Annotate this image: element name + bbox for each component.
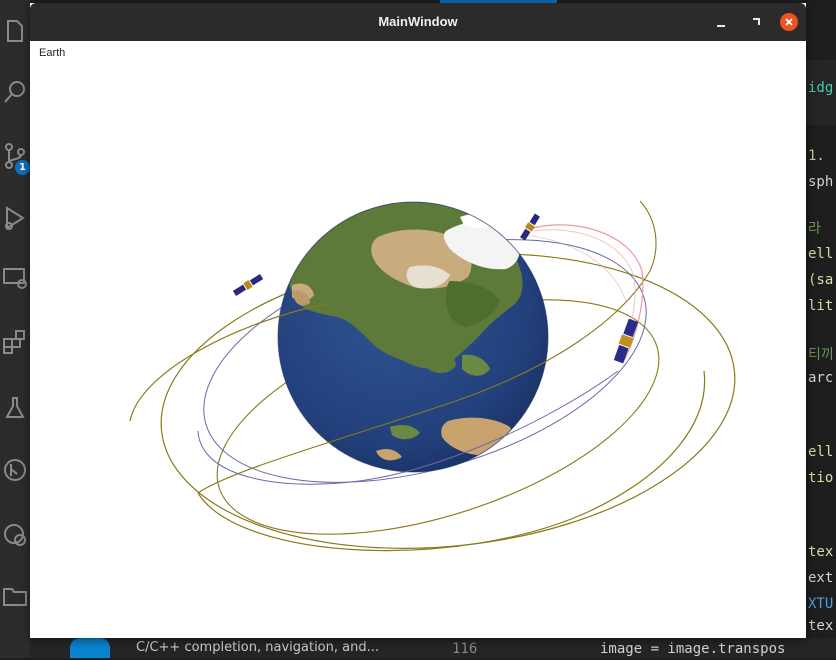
code-fragment: 1. — [808, 148, 825, 164]
code-line: image = image.transpos — [600, 641, 786, 657]
maximize-icon — [753, 18, 760, 25]
code-fragment: ext — [808, 570, 834, 586]
source-control-badge: 1 — [15, 160, 30, 175]
window-title: MainWindow — [378, 14, 458, 29]
extension-description[interactable]: C/C++ completion, navigation, and... — [136, 638, 379, 658]
maximize-button[interactable] — [747, 13, 765, 31]
code-fragment: ell — [808, 246, 834, 262]
extension-logo-icon — [70, 638, 110, 658]
orbit-scene — [129, 200, 736, 552]
code-fragment: (sa — [808, 272, 834, 288]
remote-explorer-icon[interactable] — [0, 258, 30, 298]
code-fragment: tio — [808, 470, 834, 486]
close-icon — [785, 18, 793, 26]
earth-globe — [277, 201, 549, 473]
opengl-viewport[interactable]: Earth — [30, 41, 806, 638]
activity-bar: 1 — [0, 0, 30, 658]
line-number: 116 — [452, 641, 478, 657]
code-fragment: 라 — [808, 221, 821, 237]
search-icon[interactable] — [0, 72, 30, 112]
extensions-icon[interactable] — [0, 322, 30, 362]
code-fragment: XTU — [808, 596, 834, 612]
satellite-1-icon — [232, 273, 264, 297]
window-titlebar[interactable]: MainWindow — [30, 3, 806, 41]
code-fragment: arc — [808, 370, 834, 386]
run-debug-icon[interactable] — [0, 198, 30, 238]
explorer-icon[interactable] — [0, 10, 30, 50]
code-fragment: sph — [808, 174, 834, 190]
testing-icon[interactable] — [0, 388, 30, 428]
code-fragment: idg — [808, 80, 834, 96]
git-graph-icon[interactable] — [0, 450, 30, 490]
main-window: MainWindow Earth — [30, 3, 806, 638]
code-fragment: ell — [808, 444, 834, 460]
code-fragment: 티끼 — [808, 347, 834, 363]
settings-sync-icon[interactable] — [0, 514, 30, 554]
code-fragment: lit — [808, 298, 834, 314]
folder-icon[interactable] — [0, 576, 30, 616]
code-fragment: tex — [808, 618, 834, 634]
close-button[interactable] — [780, 13, 798, 31]
code-fragment: tex — [808, 544, 834, 560]
minimize-icon — [717, 25, 725, 27]
minimize-button[interactable] — [712, 13, 730, 31]
